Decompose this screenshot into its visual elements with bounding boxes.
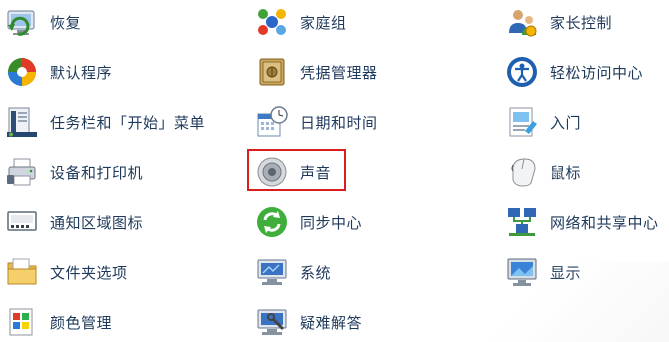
item-label: 网络和共享中心 [550,213,659,232]
color-management-icon [4,304,40,340]
system-icon [254,254,290,290]
control-panel-item-sync-center[interactable]: 同步中心 [254,202,362,242]
control-panel-item-taskbar-start-menu[interactable]: 任务栏和「开始」菜单 [4,102,205,142]
item-label: 任务栏和「开始」菜单 [50,113,206,132]
control-panel-item-credential-manager[interactable]: 凭据管理器 [254,52,378,92]
calendar-clock-icon [254,104,290,140]
item-label: 恢复 [50,13,82,32]
control-panel-item-homegroup[interactable]: 家庭组 [254,2,347,42]
item-label: 家长控制 [550,13,613,32]
speaker-icon [254,154,290,190]
item-label: 轻松访问中心 [550,63,644,82]
control-panel-item-devices-printers[interactable]: 设备和打印机 [4,152,143,192]
control-panel-item-notification-icons[interactable]: 通知区域图标 [4,202,143,242]
item-label: 家庭组 [300,13,347,32]
item-label: 通知区域图标 [50,213,144,232]
control-panel-item-network-sharing[interactable]: 网络和共享中心 [504,202,659,242]
control-panel-item-ease-of-access[interactable]: 轻松访问中心 [504,52,643,92]
item-label: 鼠标 [550,163,582,182]
troubleshooting-icon [254,304,290,340]
default-programs-icon [4,54,40,90]
control-panel-item-system[interactable]: 系统 [254,252,331,292]
control-panel-item-default-programs[interactable]: 默认程序 [4,52,112,92]
item-label: 设备和打印机 [50,163,144,182]
sync-icon [254,204,290,240]
control-panel-item-date-time[interactable]: 日期和时间 [254,102,378,142]
getting-started-icon [504,104,540,140]
control-panel-item-color-management[interactable]: 颜色管理 [4,302,112,342]
network-icon [504,204,540,240]
control-panel-item-folder-options[interactable]: 文件夹选项 [4,252,128,292]
control-panel-item-getting-started[interactable]: 入门 [504,102,581,142]
item-label: 系统 [300,263,332,282]
parental-controls-icon [504,4,540,40]
homegroup-icon [254,4,290,40]
item-label: 同步中心 [300,213,363,232]
item-label: 入门 [550,113,582,132]
taskbar-icon [4,104,40,140]
item-label: 日期和时间 [300,113,378,132]
item-label: 疑难解答 [300,313,363,332]
control-panel-item-mouse[interactable]: 鼠标 [504,152,581,192]
control-panel-item-troubleshooting[interactable]: 疑难解答 [254,302,362,342]
item-label: 显示 [550,263,582,282]
system-restore-icon [4,4,40,40]
control-panel-item-display[interactable]: 显示 [504,252,581,292]
folder-icon [4,254,40,290]
item-label: 凭据管理器 [300,63,378,82]
control-panel-item-recovery[interactable]: 恢复 [4,2,81,42]
printer-icon [4,154,40,190]
item-label: 文件夹选项 [50,263,128,282]
display-icon [504,254,540,290]
item-label: 声音 [300,163,332,182]
control-panel-item-sound[interactable]: 声音 [254,152,331,192]
control-panel-item-parental-controls[interactable]: 家长控制 [504,2,612,42]
ease-of-access-icon [504,54,540,90]
item-label: 默认程序 [50,63,113,82]
notification-area-icon [4,204,40,240]
credential-safe-icon [254,54,290,90]
mouse-icon [504,154,540,190]
item-label: 颜色管理 [50,313,113,332]
